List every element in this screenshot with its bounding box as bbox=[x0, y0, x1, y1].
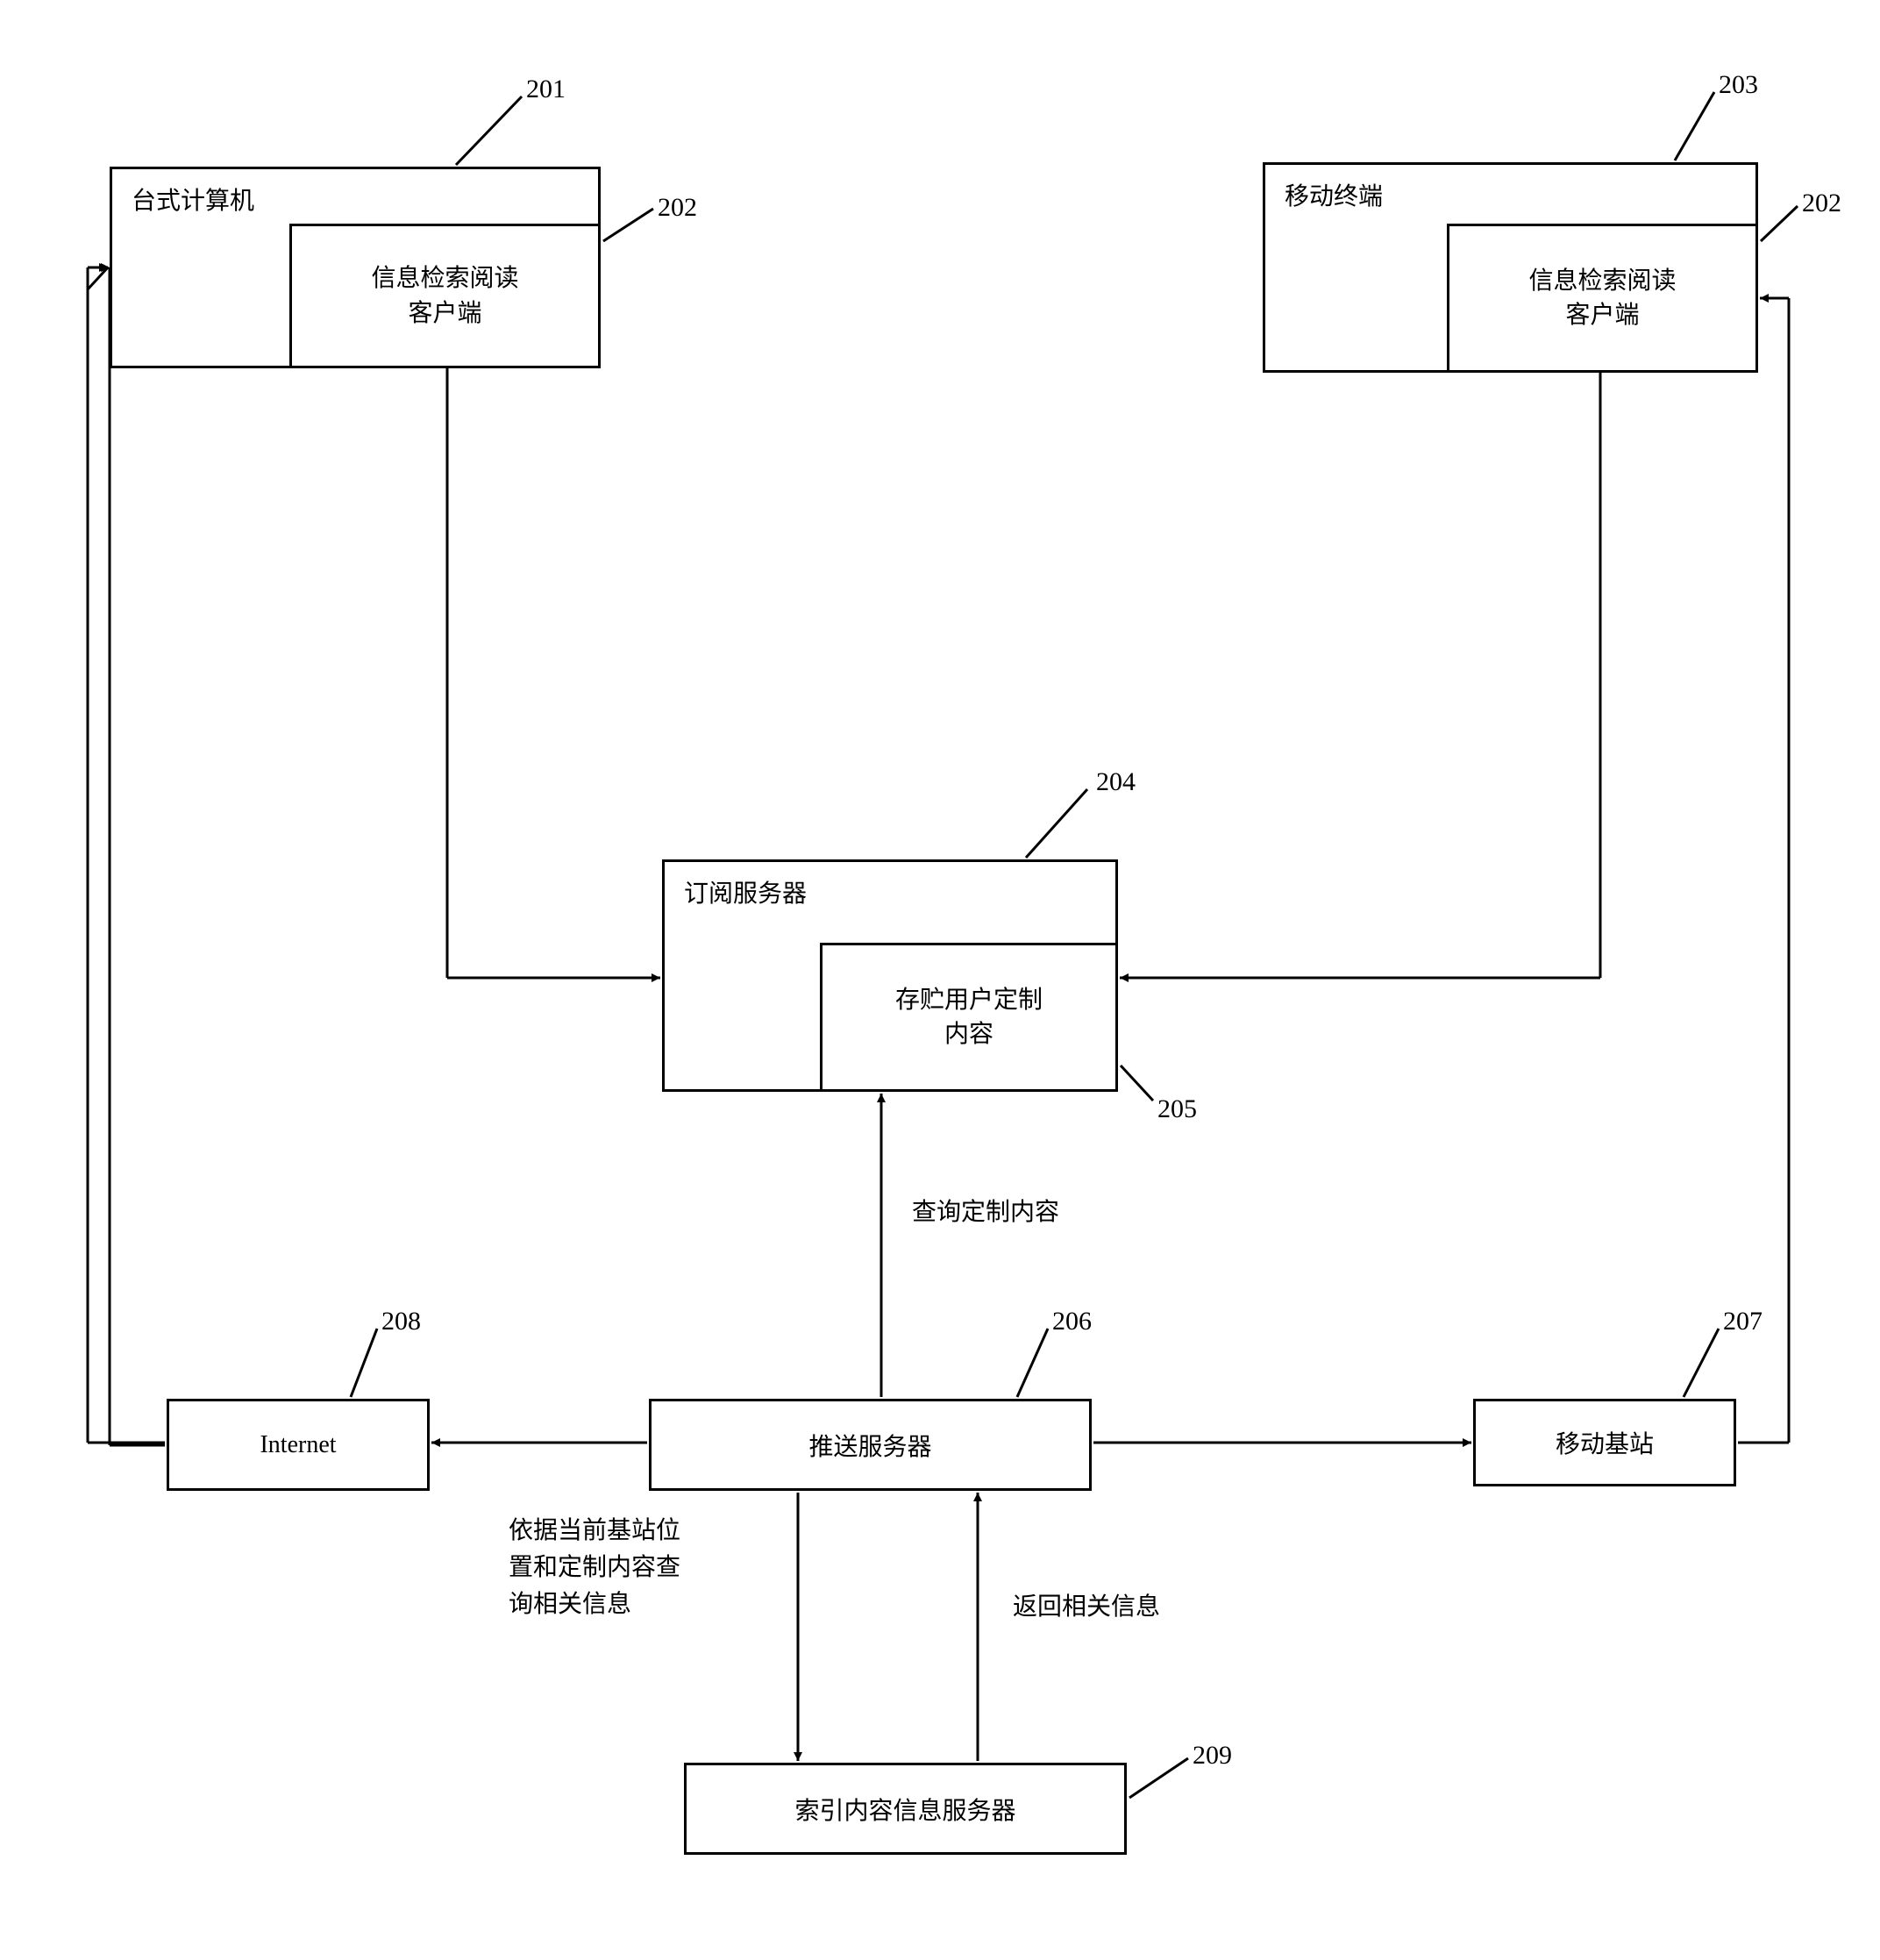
label-return-info: 返回相关信息 bbox=[1013, 1587, 1160, 1622]
box-index-server: 索引内容信息服务器 bbox=[684, 1763, 1127, 1855]
box-internet: Internet bbox=[167, 1399, 430, 1491]
box-desktop-client: 信息检索阅读 客户端 bbox=[289, 224, 601, 368]
label-query-custom: 查询定制内容 bbox=[912, 1193, 1059, 1228]
box-mobile-client: 信息检索阅读 客户端 bbox=[1447, 224, 1758, 373]
label-desktop: 台式计算机 bbox=[132, 182, 254, 217]
ref-sub-store: 205 bbox=[1157, 1094, 1197, 1124]
label-mobile-terminal: 移动终端 bbox=[1285, 177, 1383, 212]
ref-mobile-terminal: 203 bbox=[1719, 70, 1758, 100]
ref-internet: 208 bbox=[381, 1307, 421, 1336]
ref-push-server: 206 bbox=[1052, 1307, 1092, 1336]
ref-desktop: 201 bbox=[526, 75, 566, 104]
box-base-station: 移动基站 bbox=[1473, 1399, 1736, 1486]
label-sub-server: 订阅服务器 bbox=[684, 874, 807, 909]
box-sub-store: 存贮用户定制 内容 bbox=[820, 943, 1118, 1092]
box-push-server: 推送服务器 bbox=[649, 1399, 1092, 1491]
ref-sub-server: 204 bbox=[1096, 767, 1136, 797]
ref-mobile-client: 202 bbox=[1802, 189, 1841, 218]
ref-index-server: 209 bbox=[1193, 1741, 1232, 1771]
ref-base-station: 207 bbox=[1723, 1307, 1762, 1336]
ref-desktop-client: 202 bbox=[658, 193, 697, 223]
label-query-by-base: 依据当前基站位 置和定制内容查 询相关信息 bbox=[509, 1513, 680, 1623]
diagram-canvas: 台式计算机 201 信息检索阅读 客户端 202 移动终端 203 信息检索阅读… bbox=[35, 35, 1845, 1925]
